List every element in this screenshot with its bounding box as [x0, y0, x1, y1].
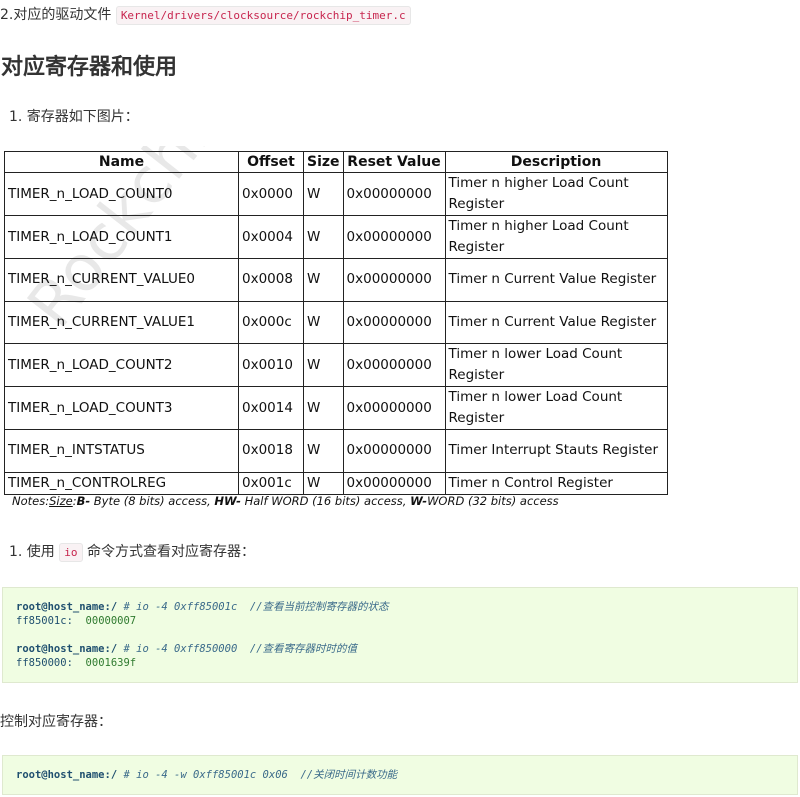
cell-description: Timer n Current Value Register	[444, 300, 668, 344]
cell-name: TIMER_n_LOAD_COUNT1	[4, 215, 239, 259]
cell-description: Timer n Current Value Register	[444, 258, 668, 302]
code1-prompt-2: root@host_name:/	[16, 643, 118, 655]
register-table: Name Offset Size Reset Value Description…	[4, 151, 668, 495]
cell-reset: 0x00000000	[342, 343, 446, 387]
list-item-register-figure: 1. 寄存器如下图片：	[9, 109, 139, 125]
cell-size: W	[303, 258, 344, 302]
table-row: TIMER_n_LOAD_COUNT0 0x0000 W 0x00000000 Time…	[4, 172, 668, 216]
cell-name: TIMER_n_CURRENT_VALUE1	[4, 300, 239, 344]
notes-prefix: Notes:	[12, 494, 50, 508]
code1-addr-1: ff85001c:	[16, 615, 73, 627]
intro-text: 2.对应的驱动文件	[0, 7, 112, 23]
section-heading: 对应寄存器和使用	[1, 55, 178, 80]
cell-size: W	[303, 343, 344, 387]
cell-offset: 0x0010	[238, 343, 304, 387]
cell-offset: 0x000c	[238, 300, 304, 344]
intro-paragraph: 2.对应的驱动文件 Kernel/drivers/clocksource/roc…	[0, 4, 411, 25]
cell-reset: 0x00000000	[342, 215, 446, 259]
notes-size-label: Size	[49, 494, 73, 508]
table-row: TIMER_n_CURRENT_VALUE0 0x0008 W 0x00000000 T…	[4, 258, 668, 302]
code1-command-2: # io -4 0xff850000	[117, 643, 238, 655]
notes-w-text: WORD (32 bits) access	[427, 494, 559, 508]
code1-value-1: 00000007	[72, 615, 137, 627]
cell-name: TIMER_n_INTSTATUS	[4, 429, 239, 473]
cell-offset: 0x0008	[238, 258, 304, 302]
cell-size: W	[303, 471, 344, 495]
io-intro-prefix: 1. 使用	[9, 544, 55, 560]
table-header-row: Name Offset Size Reset Value Description	[4, 151, 668, 173]
cell-description: Timer n higher Load Count Register	[444, 215, 668, 259]
notes-b: B-	[76, 494, 91, 508]
col-header-reset: Reset Value	[342, 151, 446, 173]
cell-description: Timer n lower Load Count Register	[444, 343, 668, 387]
cell-offset: 0x0018	[238, 429, 304, 473]
col-header-description: Description	[444, 151, 668, 173]
cell-description: Timer n Control Register	[444, 471, 668, 495]
list-item-io-command: 1. 使用 io 命令方式查看对应寄存器：	[9, 541, 255, 562]
code2-comment: //关闭时间计数功能	[287, 769, 398, 781]
cell-size: W	[303, 386, 344, 430]
code1-addr-2: ff850000:	[16, 657, 73, 669]
code-block-read-registers: root@host_name:/ # io -4 0xff85001c //查看…	[2, 587, 798, 683]
io-inline-code: io	[59, 543, 83, 562]
cell-name: TIMER_n_CONTROLREG	[4, 471, 239, 495]
table-row: TIMER_n_INTSTATUS 0x0018 W 0x00000000 Timer …	[4, 429, 668, 473]
register-table-body: TIMER_n_LOAD_COUNT0 0x0000 W 0x00000000 Time…	[4, 172, 668, 495]
cell-size: W	[303, 172, 344, 216]
io-intro-suffix: 命令方式查看对应寄存器：	[86, 544, 255, 560]
table-row: TIMER_n_CURRENT_VALUE1 0x000c W 0x00000000 T…	[4, 300, 668, 344]
code1-comment-1: //查看当前控制寄存器的状态	[237, 601, 389, 613]
code1-command-1: # io -4 0xff85001c	[117, 601, 238, 613]
code-block-write-register: root@host_name:/ # io -4 -w 0xff85001c 0…	[2, 755, 798, 795]
cell-description: Timer n lower Load Count Register	[444, 386, 668, 430]
cell-size: W	[303, 300, 344, 344]
cell-name: TIMER_n_LOAD_COUNT0	[4, 172, 239, 216]
cell-reset: 0x00000000	[342, 172, 446, 216]
cell-offset: 0x0004	[238, 215, 304, 259]
cell-reset: 0x00000000	[342, 471, 446, 495]
cell-reset: 0x00000000	[342, 429, 446, 473]
table-row: TIMER_n_LOAD_COUNT1 0x0004 W 0x00000000 Time…	[4, 215, 668, 259]
cell-description: Timer Interrupt Stauts Register	[444, 429, 668, 473]
cell-offset: 0x001c	[238, 471, 304, 495]
code1-value-2: 0001639f	[72, 657, 137, 669]
col-header-offset: Offset	[238, 151, 304, 173]
notes-hw: HW-	[214, 494, 241, 508]
driver-path-code: Kernel/drivers/clocksource/rockchip_time…	[115, 6, 411, 25]
cell-name: TIMER_n_LOAD_COUNT3	[4, 386, 239, 430]
cell-offset: 0x0000	[238, 172, 304, 216]
cell-description: Timer n higher Load Count Register	[444, 172, 668, 216]
cell-size: W	[303, 429, 344, 473]
col-header-name: Name	[4, 151, 239, 173]
code2-prompt: root@host_name:/	[16, 769, 118, 781]
table-notes: Notes:Size:B- Byte (8 bits) access, HW- …	[12, 494, 559, 508]
notes-w: W-	[410, 494, 428, 508]
code2-command: # io -4 -w 0xff85001c 0x06	[117, 769, 288, 781]
col-header-size: Size	[303, 151, 344, 173]
table-row: TIMER_n_LOAD_COUNT3 0x0014 W 0x00000000 Time…	[4, 386, 668, 430]
cell-name: TIMER_n_LOAD_COUNT2	[4, 343, 239, 387]
cell-reset: 0x00000000	[342, 258, 446, 302]
cell-name: TIMER_n_CURRENT_VALUE0	[4, 258, 239, 302]
cell-reset: 0x00000000	[342, 300, 446, 344]
code1-prompt-1: root@host_name:/	[16, 601, 118, 613]
table-row: TIMER_n_CONTROLREG 0x001c W 0x00000000 Timer…	[4, 471, 668, 495]
table-row: TIMER_n_LOAD_COUNT2 0x0010 W 0x00000000 Time…	[4, 343, 668, 387]
cell-size: W	[303, 215, 344, 259]
notes-b-text: Byte (8 bits) access,	[90, 494, 215, 508]
cell-reset: 0x00000000	[342, 386, 446, 430]
code1-comment-2: //查看寄存器时时的值	[237, 643, 358, 655]
control-register-paragraph: 控制对应寄存器：	[0, 714, 112, 730]
cell-offset: 0x0014	[238, 386, 304, 430]
notes-hw-text: Half WORD (16 bits) access,	[240, 494, 411, 508]
register-table-figure: Rockchip Name Offset Size Reset Value De…	[4, 146, 672, 512]
